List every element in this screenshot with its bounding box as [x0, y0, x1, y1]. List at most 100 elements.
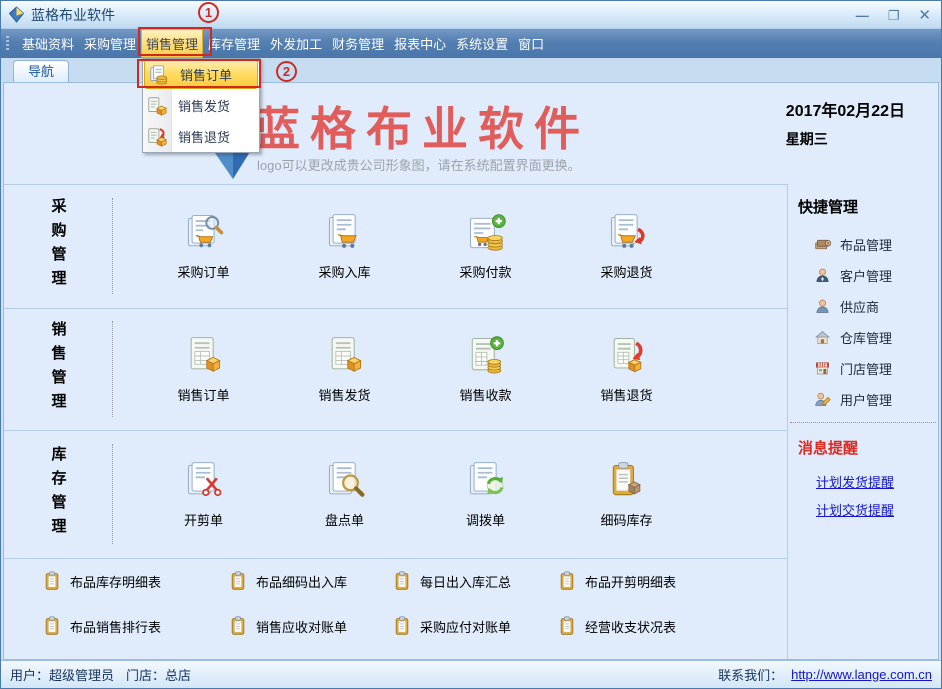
clipboard-icon — [557, 571, 577, 591]
sidebar-item-label: 布品管理 — [840, 235, 892, 254]
title-bar: 蓝格布业软件 — ❐ ✕ — [1, 1, 941, 29]
maximize-button[interactable]: ❐ — [888, 9, 900, 22]
report-label: 布品细码出入库 — [256, 572, 347, 591]
doc-scissors-icon — [182, 459, 226, 503]
module-detail-stock[interactable]: 细码库存 — [556, 459, 697, 529]
module-label: 采购入库 — [318, 262, 370, 281]
dotted-divider — [112, 444, 113, 544]
menu-finance[interactable]: 财务管理 — [327, 29, 389, 58]
module-label: 销售收款 — [459, 385, 511, 404]
doc-box-icon — [146, 95, 168, 117]
menu-outsourcing[interactable]: 外发加工 — [265, 29, 327, 58]
doc-box-icon — [182, 334, 226, 378]
sidebar-item-warehouses[interactable]: 仓库管理 — [814, 328, 938, 346]
menu-reports[interactable]: 报表中心 — [389, 29, 451, 58]
menu-settings[interactable]: 系统设置 — [451, 29, 513, 58]
close-button[interactable]: ✕ — [918, 8, 931, 23]
sidebar-item-suppliers[interactable]: 供应商 — [814, 297, 938, 315]
logo-hint-text: logo可以更改成贵公司形象图，请在系统配置界面更换。 — [257, 155, 581, 174]
contact-label: 联系我们： — [718, 665, 783, 684]
tab-navigation[interactable]: 导航 — [13, 60, 69, 82]
menu-inventory[interactable]: 库存管理 — [203, 29, 265, 58]
clipboard-icon — [42, 616, 62, 636]
report-label: 布品开剪明细表 — [585, 572, 676, 591]
report-cutting-detail[interactable]: 布品开剪明细表 — [557, 569, 676, 593]
module-label: 销售订单 — [177, 385, 229, 404]
module-stocktake[interactable]: 盘点单 — [274, 459, 415, 529]
doc-cart-search-icon — [182, 211, 226, 255]
report-payables[interactable]: 采购应付对账单 — [392, 614, 511, 638]
app-logo-icon — [8, 6, 25, 23]
report-stock-detail[interactable]: 布品库存明细表 — [42, 569, 161, 593]
contact-link[interactable]: http://www.lange.com.cn — [791, 667, 932, 682]
doc-search-icon — [323, 459, 367, 503]
section-label-inventory: 库存管理 — [48, 446, 69, 542]
module-purchase-return[interactable]: 采购退货 — [556, 211, 697, 281]
report-receivables[interactable]: 销售应收对账单 — [228, 614, 347, 638]
module-label: 细码库存 — [600, 510, 652, 529]
menu-purchase[interactable]: 采购管理 — [79, 29, 141, 58]
module-purchase-payment[interactable]: 采购付款 — [415, 211, 556, 281]
sidebar-item-users[interactable]: 用户管理 — [814, 390, 938, 408]
report-sales-ranking[interactable]: 布品销售排行表 — [42, 614, 161, 638]
minimize-button[interactable]: — — [856, 9, 869, 22]
menu-item-sales-shipment[interactable]: 销售发货 — [143, 90, 259, 121]
divider — [4, 558, 787, 559]
annotation-step-1: 1 — [198, 2, 219, 23]
annotation-highlight-sales-order — [137, 59, 261, 88]
menu-item-label: 销售退货 — [178, 127, 230, 146]
module-purchase-inbound[interactable]: 采购入库 — [274, 211, 415, 281]
module-label: 采购订单 — [177, 262, 229, 281]
sidebar-item-label: 门店管理 — [840, 359, 892, 378]
module-sales-shipment[interactable]: 销售发货 — [274, 334, 415, 404]
section-label-purchase: 采购管理 — [48, 198, 69, 294]
menu-base-data[interactable]: 基础资料 — [17, 29, 79, 58]
clipboard-icon — [392, 571, 412, 591]
menu-item-sales-return[interactable]: 销售退货 — [143, 121, 259, 152]
module-label: 销售退货 — [600, 385, 652, 404]
report-profit-status[interactable]: 经营收支状况表 — [557, 614, 676, 638]
module-purchase-order[interactable]: 采购订单 — [133, 211, 274, 281]
status-store: 门店：总店 — [126, 665, 191, 684]
report-piece-inout[interactable]: 布品细码出入库 — [228, 569, 347, 593]
customer-icon — [814, 267, 831, 284]
module-label: 采购付款 — [459, 262, 511, 281]
module-label: 采购退货 — [600, 262, 652, 281]
app-window: 蓝格布业软件 — ❐ ✕ 基础资料 采购管理 销售管理 库存管理 外发加工 财务… — [0, 0, 942, 689]
doc-box-return-icon — [605, 334, 649, 378]
link-planned-shipment-reminder[interactable]: 计划发货提醒 — [816, 472, 938, 491]
report-label: 采购应付对账单 — [420, 617, 511, 636]
current-weekday: 星期三 — [786, 129, 905, 149]
link-planned-delivery-reminder[interactable]: 计划交货提醒 — [816, 500, 938, 519]
store-icon — [814, 360, 831, 377]
doc-cart-icon — [323, 211, 367, 255]
module-sales-order[interactable]: 销售订单 — [133, 334, 274, 404]
module-sales-return[interactable]: 销售退货 — [556, 334, 697, 404]
module-cutting-order[interactable]: 开剪单 — [133, 459, 274, 529]
clipboard-icon — [228, 616, 248, 636]
doc-pay-icon — [464, 334, 508, 378]
date-box: 2017年02月22日 星期三 — [786, 97, 905, 149]
fabric-icon — [814, 236, 831, 253]
annotation-step-2: 2 — [276, 61, 297, 82]
dotted-divider — [790, 422, 936, 423]
module-label: 销售发货 — [318, 385, 370, 404]
clipboard-icon — [42, 571, 62, 591]
menu-item-label: 销售发货 — [178, 96, 230, 115]
module-transfer-order[interactable]: 调拨单 — [415, 459, 556, 529]
sidebar-item-customers[interactable]: 客户管理 — [814, 266, 938, 284]
quick-manage-title: 快捷管理 — [798, 196, 938, 217]
report-daily-summary[interactable]: 每日出入库汇总 — [392, 569, 511, 593]
module-sales-receipt[interactable]: 销售收款 — [415, 334, 556, 404]
warehouse-icon — [814, 329, 831, 346]
sidebar-item-fabric[interactable]: 布品管理 — [814, 235, 938, 253]
doc-transfer-icon — [464, 459, 508, 503]
section-sales: 销售管理 销售订单 销售发货 销售收款 销售退货 — [4, 308, 787, 430]
module-label: 调拨单 — [466, 510, 505, 529]
menu-window[interactable]: 窗口 — [513, 29, 549, 58]
menubar-grip-icon — [6, 36, 9, 52]
sidebar-item-label: 仓库管理 — [840, 328, 892, 347]
annotation-highlight-sales-menu — [138, 27, 212, 56]
module-label: 开剪单 — [184, 510, 223, 529]
sidebar-item-stores[interactable]: 门店管理 — [814, 359, 938, 377]
